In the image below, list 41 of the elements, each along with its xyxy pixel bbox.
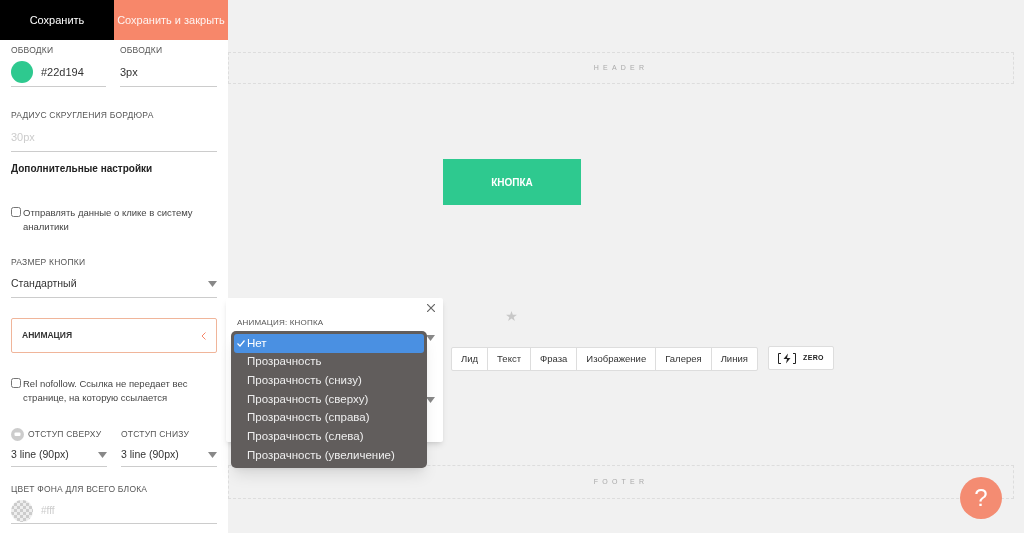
checkbox-label: Rel nofollow. Ссылка не передает вес странице, на которую ссылается: [23, 377, 189, 406]
checkmark-icon: [236, 339, 245, 347]
bolt-icon: [778, 352, 796, 364]
block-tool-tab[interactable]: Фраза: [530, 348, 577, 370]
field-label: ЦВЕТ ФОНА ДЛЯ ВСЕГО БЛОКА: [11, 483, 149, 496]
field-label: ОТСТУП СВЕРХУ: [28, 427, 102, 441]
block-tool-tab[interactable]: Лид: [452, 348, 488, 370]
input-field[interactable]: 3px: [120, 58, 217, 87]
block-tool-tab[interactable]: Линия: [710, 348, 757, 370]
field-label: ОТСТУП СНИЗУ: [121, 427, 190, 441]
section-heading: Дополнительные настройки: [11, 161, 154, 176]
checkbox-label: Отправлять данные о клике в систему аналитики: [23, 205, 194, 234]
menu-item[interactable]: Прозрачность (справа): [234, 408, 424, 428]
animation-section[interactable]: АНИМАЦИЯ: [11, 318, 217, 354]
field-label: ОБВОДКИ: [120, 44, 164, 57]
star-icon: [506, 311, 517, 322]
menu-item[interactable]: Прозрачность (слева): [234, 427, 424, 447]
block-tool-tab[interactable]: Изображение: [576, 348, 656, 370]
field-label: ОБВОДКИ: [11, 44, 55, 57]
chat-icon: [11, 427, 24, 441]
close-icon[interactable]: [427, 304, 435, 312]
block-tool-tab[interactable]: Галерея: [655, 348, 711, 370]
block-tool-tab[interactable]: Текст: [487, 348, 530, 370]
save-button[interactable]: Сохранить: [0, 0, 114, 40]
field-label: РАЗМЕР КНОПКИ: [11, 255, 87, 269]
select-field[interactable]: Стандартный: [11, 270, 217, 299]
menu-item[interactable]: Прозрачность (сверху): [234, 390, 424, 409]
popup-title: АНИМАЦИЯ: КНОПКА: [237, 317, 324, 329]
field-label: РАДИУС СКРУГЛЕНИЯ БОРДЮРА: [11, 108, 155, 122]
menu-item[interactable]: Прозрачность (увеличение): [234, 446, 424, 465]
checkbox[interactable]: [11, 206, 21, 217]
select-field[interactable]: 3 line (90px): [11, 443, 107, 468]
input-field[interactable]: #22d194: [11, 58, 106, 87]
chevron-icon: [201, 331, 206, 340]
color-swatch[interactable]: [11, 61, 33, 84]
checkbox[interactable]: [11, 378, 21, 389]
field-value: #22d194: [41, 65, 84, 80]
menu-item[interactable]: Прозрачность (снизу): [234, 371, 424, 391]
select-field[interactable]: 3 line (90px): [121, 443, 217, 468]
transparent-swatch-icon: [11, 499, 33, 522]
menu-item[interactable]: Прозрачность: [234, 352, 424, 372]
